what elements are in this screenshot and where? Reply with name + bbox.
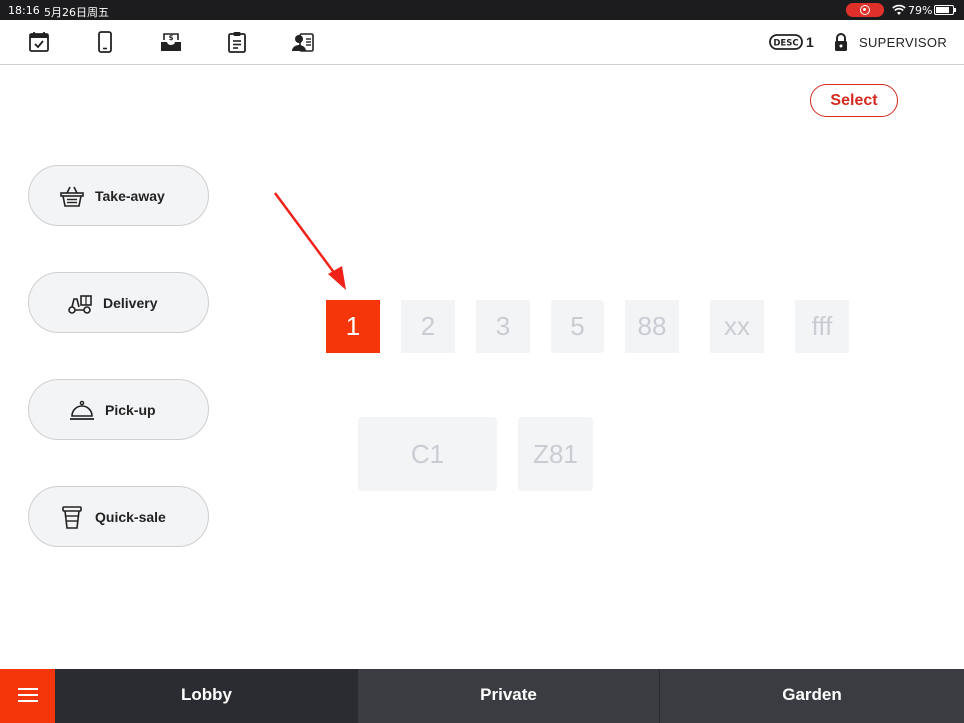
battery-fill [936,7,949,13]
take-away-button[interactable]: Take-away [28,165,209,226]
menu-button[interactable] [0,669,55,723]
take-away-label: Take-away [95,188,165,204]
table-tile[interactable]: 2 [401,300,455,353]
table-tile[interactable]: 5 [551,300,604,353]
table-tile[interactable]: 3 [476,300,530,353]
desc-count: 1 [806,34,814,50]
lock-icon[interactable] [833,32,849,52]
battery-icon [934,5,956,15]
svg-text:$: $ [169,34,174,42]
battery-percent: 79% [908,4,933,17]
cup-icon [59,504,85,530]
table-tile[interactable]: C1 [358,417,497,491]
calendar-check-icon[interactable] [27,30,51,54]
select-button[interactable]: Select [810,84,898,117]
area-tab-garden[interactable]: Garden [659,669,964,723]
table-tile[interactable]: Z81 [518,417,593,491]
delivery-button[interactable]: Delivery [28,272,209,333]
status-date: 5月26日周五 [44,6,109,19]
pick-up-button[interactable]: Pick-up [28,379,209,440]
desc-label: DESC [773,39,798,49]
desc-icon[interactable]: DESC [768,33,803,51]
table-tile[interactable]: xx [710,300,764,353]
record-icon [860,5,870,15]
delivery-label: Delivery [103,295,158,311]
quick-sale-label: Quick-sale [95,509,166,525]
hamburger-icon [18,688,38,690]
screen-recording-indicator [846,3,884,17]
annotation-arrow-icon [273,192,346,290]
top-toolbar: $ DESC 1 SUPERVISOR [0,20,964,65]
area-tab-lobby[interactable]: Lobby [55,669,357,723]
status-time: 18:16 [8,4,40,17]
table-tile[interactable]: 1 [326,300,380,353]
area-tab-private[interactable]: Private [357,669,659,723]
user-card-icon[interactable] [291,30,315,54]
pick-up-label: Pick-up [105,402,156,418]
status-bar: 18:16 5月26日周五 79% [0,0,964,20]
wifi-icon [892,4,906,15]
delivery-icon [67,290,93,316]
cash-drawer-icon[interactable]: $ [159,30,183,54]
cloche-icon [69,397,95,423]
table-tile[interactable]: fff [795,300,849,353]
quick-sale-button[interactable]: Quick-sale [28,486,209,547]
user-role[interactable]: SUPERVISOR [859,35,947,50]
clipboard-icon[interactable] [225,30,249,54]
table-tile[interactable]: 88 [625,300,679,353]
basket-icon [59,183,85,209]
tablet-icon[interactable] [93,30,117,54]
bottom-bar: Lobby Private Garden [0,669,964,723]
